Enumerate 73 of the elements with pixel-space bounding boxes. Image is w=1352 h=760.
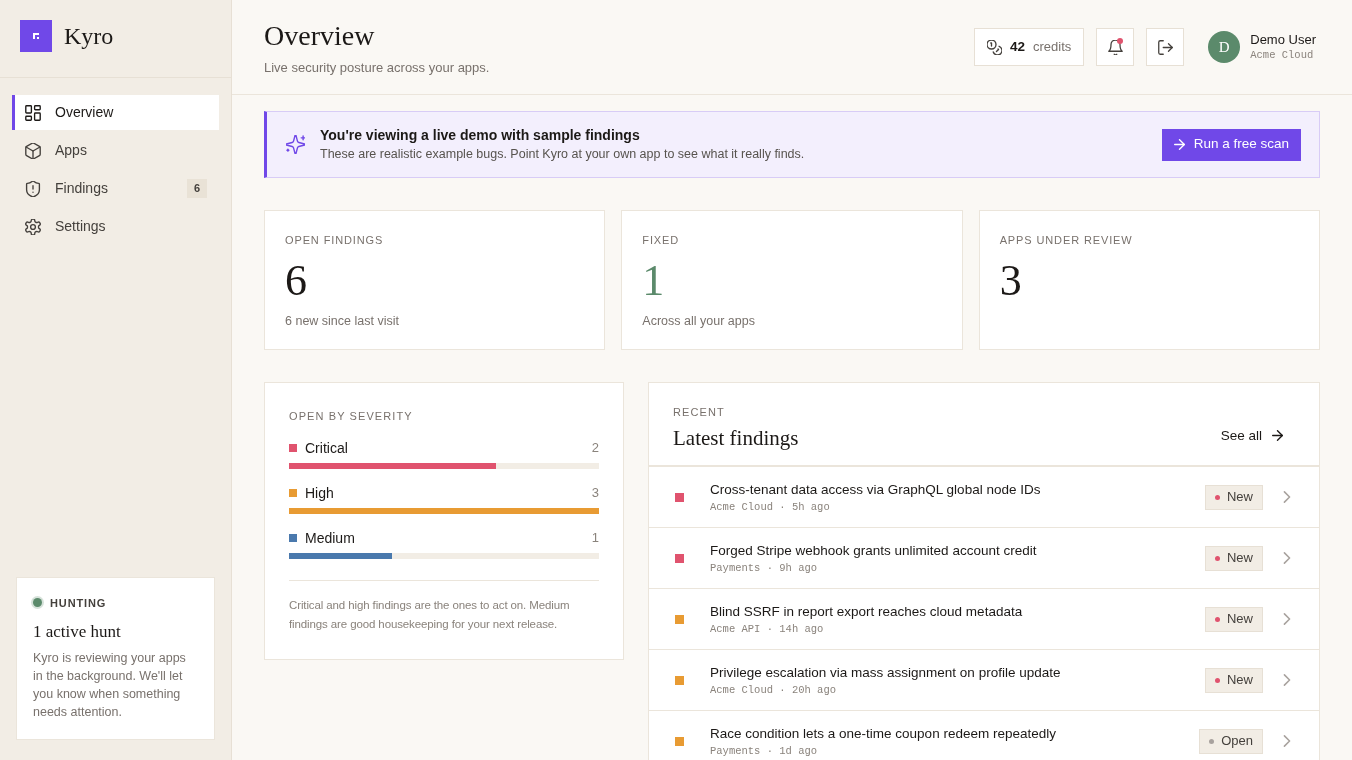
chevron-right-icon	[1283, 552, 1291, 564]
hunt-description: Kyro is reviewing your apps in the background. We'll let you know when something needs attention.	[33, 650, 187, 721]
severity-count: 1	[591, 529, 599, 548]
card-title: Latest findings	[673, 425, 799, 451]
finding-row[interactable]: Blind SSRF in report export reaches cloud metadata Acme API · 14h ago New	[649, 589, 1319, 650]
finding-meta: Acme Cloud · 5h ago	[710, 499, 830, 514]
finding-meta: Acme Cloud · 20h ago	[710, 682, 837, 697]
nav-item[interactable]: Apps	[12, 133, 219, 168]
status-badge: New	[1205, 606, 1263, 632]
chevron-right-icon	[1283, 491, 1291, 503]
page-subtitle: Live security posture across your apps.	[264, 58, 490, 77]
user-org: Acme Cloud	[1250, 48, 1314, 62]
severity-name: Critical	[305, 438, 348, 458]
stat-label: OPEN FINDINGS	[285, 234, 384, 247]
logout-icon	[1157, 39, 1173, 55]
stat-value: 1	[642, 259, 665, 303]
run-scan-button[interactable]: Run a free scan	[1161, 128, 1301, 161]
chevron-right-icon	[1283, 674, 1291, 686]
logo-icon	[20, 20, 52, 52]
banner-text: These are realistic example bugs. Point Kyro at your own app to see what it really finds.	[320, 146, 805, 163]
finding-title: Race condition lets a one-time coupon redeem repeatedly	[710, 724, 1056, 743]
stat-note: Across all your apps	[642, 313, 755, 330]
finding-meta: Payments · 9h ago	[710, 560, 818, 575]
finding-row[interactable]: Race condition lets a one-time coupon redeem repeatedly Payments · 1d ago Open	[649, 711, 1319, 760]
stat-value: 3	[999, 259, 1022, 303]
coins-icon	[986, 39, 1002, 55]
severity-name: High	[305, 483, 334, 503]
severity-name: Medium	[305, 528, 355, 548]
status-badge: New	[1205, 545, 1263, 571]
logout-button[interactable]	[1146, 28, 1185, 66]
nav-item[interactable]: Overview	[12, 95, 219, 130]
card-label: OPEN BY SEVERITY	[289, 409, 413, 423]
stat-note: 6 new since last visit	[285, 313, 399, 330]
status-badge: New	[1205, 484, 1263, 510]
shield-alert-icon	[25, 180, 41, 197]
count-badge: 6	[186, 179, 207, 198]
severity-count: 3	[591, 484, 599, 503]
hunt-title: 1 active hunt	[33, 621, 122, 643]
severity-note: Critical and high findings are the ones to act on. Medium findings are good housekeeping for your next release.	[289, 598, 571, 632]
finding-title: Blind SSRF in report export reaches cloud metadata	[710, 602, 1023, 621]
user-name: Demo User	[1250, 32, 1316, 48]
credits-button[interactable]: 42 credits	[973, 28, 1085, 66]
finding-row[interactable]: Privilege escalation via mass assignment on profile update Acme Cloud · 20h ago New	[649, 650, 1319, 711]
nav-item[interactable]: Settings	[12, 209, 219, 244]
card-label: RECENT	[673, 405, 725, 419]
sparkles-icon	[286, 135, 305, 154]
bell-icon	[1107, 39, 1123, 55]
settings-icon	[25, 218, 41, 235]
finding-row[interactable]: Cross-tenant data access via GraphQL global node IDs Acme Cloud · 5h ago New	[649, 467, 1319, 528]
nav-item[interactable]: Findings 6	[12, 171, 219, 206]
cube-icon	[25, 142, 41, 159]
chevron-right-icon	[1283, 735, 1291, 747]
page-title: Overview	[264, 19, 375, 52]
notifications-button[interactable]	[1096, 28, 1135, 66]
finding-row[interactable]: Forged Stripe webhook grants unlimited account credit Payments · 9h ago New	[649, 528, 1319, 589]
chevron-right-icon	[1283, 613, 1291, 625]
brand-name: Kyro	[64, 24, 114, 48]
see-all-link[interactable]: See all	[1220, 425, 1283, 446]
finding-title: Forged Stripe webhook grants unlimited account credit	[710, 541, 1037, 560]
finding-meta: Acme API · 14h ago	[710, 621, 824, 636]
severity-count: 2	[591, 439, 599, 458]
grid-icon	[25, 104, 41, 121]
finding-title: Privilege escalation via mass assignment on profile update	[710, 663, 1061, 682]
finding-title: Cross-tenant data access via GraphQL global node IDs	[710, 480, 1041, 499]
stat-label: FIXED	[642, 234, 680, 247]
finding-meta: Payments · 1d ago	[710, 743, 818, 758]
stat-value: 6	[285, 259, 307, 303]
banner-title: You're viewing a live demo with sample findings	[320, 126, 640, 144]
hunt-status: HUNTING	[50, 595, 107, 611]
user-avatar: D	[1208, 31, 1241, 63]
status-badge: New	[1205, 667, 1263, 693]
status-badge: Open	[1199, 728, 1263, 754]
stat-label: APPS UNDER REVIEW	[999, 234, 1133, 247]
